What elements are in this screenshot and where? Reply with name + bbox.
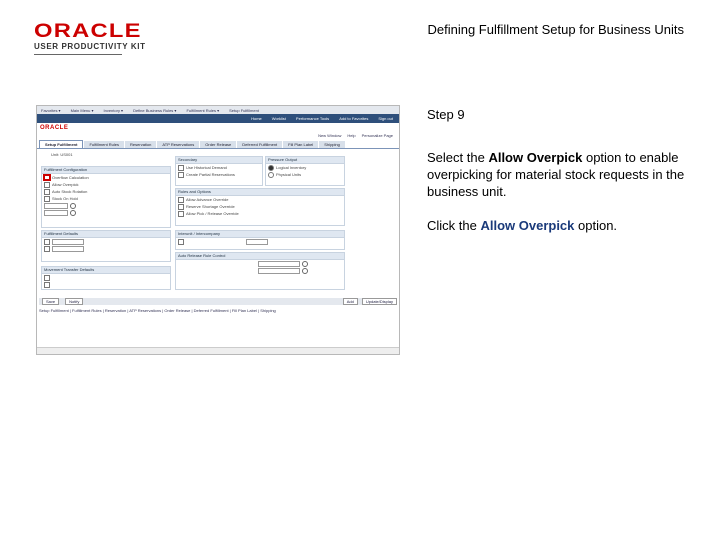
tab-setup-fulfillment: Setup Fulfillment bbox=[39, 140, 84, 148]
screenshot-tabs: Setup Fulfillment Fulfillment Rules Rese… bbox=[37, 140, 399, 149]
screenshot-brand: ORACLE bbox=[40, 125, 69, 131]
instruction-select: Select the Allow Overpick option to enab… bbox=[427, 150, 685, 199]
embedded-screenshot: Favorites ▾ Main Menu ▾ Inventory ▾ Define … bbox=[36, 105, 400, 355]
tab-order-release: Order Release bbox=[200, 141, 237, 148]
step-number: Step 9 bbox=[427, 107, 465, 122]
tab-shipping: Shipping bbox=[319, 141, 345, 148]
screenshot-button-bar: Save Notify Add Update/Display bbox=[39, 298, 397, 305]
group-pressure: Pressure Output Logical Inventory Physic… bbox=[265, 156, 345, 186]
screenshot-topnav: Favorites ▾ Main Menu ▾ Inventory ▾ Define … bbox=[37, 106, 399, 114]
screenshot-footer-links: Setup Fulfillment | Fulfillment Rules | … bbox=[39, 308, 276, 313]
group-fulfillment-config: Fulfillment Configuration Overflow Calcu… bbox=[41, 166, 171, 228]
allow-overpick-highlight[interactable] bbox=[43, 174, 51, 181]
group-interunit: Interunit / Intercompany bbox=[175, 230, 345, 250]
screenshot-links: New Window Help Personalize Page bbox=[318, 133, 393, 138]
allow-overpick-checkbox[interactable] bbox=[44, 181, 50, 188]
group-secondary: Secondary Use Historical Demand Create P… bbox=[175, 156, 263, 186]
tab-deferred-fulfillment: Deferred Fulfillment bbox=[237, 141, 283, 148]
logo-rule bbox=[34, 54, 122, 55]
tab-fulfillment-rules: Fulfillment Rules bbox=[84, 141, 125, 148]
screenshot-menubar: Home Worklist Performance Tools Add to Favo… bbox=[37, 114, 399, 123]
group-fulfillment-defaults: Fulfillment Defaults bbox=[41, 230, 171, 262]
logo-oracle-text: ORACLE bbox=[34, 21, 142, 42]
add-button: Add bbox=[342, 298, 358, 305]
notify-button: Notify bbox=[65, 298, 84, 305]
group-movement: Movement Transfer Defaults bbox=[41, 266, 171, 290]
save-button: Save bbox=[42, 298, 60, 305]
document-title: Defining Fulfillment Setup for Business … bbox=[427, 22, 684, 37]
group-auto-release: Auto Release Rule Control bbox=[175, 252, 345, 290]
tab-atp-reservations: ATP Reservations bbox=[157, 141, 200, 148]
update-display-button: Update/Display bbox=[361, 298, 397, 305]
allow-overpick-row: Allow Overpick bbox=[42, 181, 170, 188]
instruction-click: Click the Allow Overpick option. bbox=[427, 218, 618, 233]
logo-upk-text: USER PRODUCTIVITY KIT bbox=[34, 42, 146, 51]
allow-overpick-label: Allow Overpick bbox=[52, 182, 79, 187]
group-options: Rules and Options Allow Advance Override… bbox=[175, 188, 345, 226]
instructions-text: Select the Allow Overpick option to enab… bbox=[427, 149, 689, 251]
screenshot-scrollbar bbox=[37, 347, 399, 354]
tab-fill-plan-label: Fill Plan Label bbox=[283, 141, 319, 148]
tab-reservation: Reservation bbox=[125, 141, 157, 148]
oracle-upk-logo: ORACLE USER PRODUCTIVITY KIT bbox=[34, 22, 146, 55]
